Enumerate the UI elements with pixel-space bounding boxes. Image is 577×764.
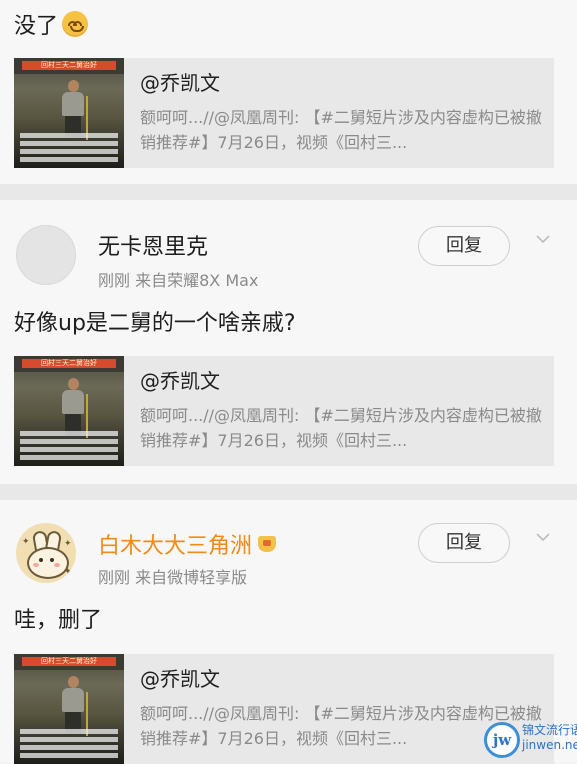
comment-time: 刚刚 bbox=[98, 271, 131, 290]
reply-button[interactable]: 回复 bbox=[418, 226, 510, 266]
avatar[interactable]: ✦ ✦ ✦ bbox=[16, 523, 76, 583]
shared-post-description: 额呵呵...//@凤凰周刊: 【#二舅短片涉及内容虚构已被撤销推荐#】7月26日… bbox=[140, 406, 542, 450]
comment-source: 来自微博轻享版 bbox=[135, 568, 248, 587]
shared-post-card-2[interactable]: 回村三天二舅治好 @乔凯文 额呵呵...//@凤凰周刊: 【#二舅短片涉及内容虚… bbox=[14, 356, 554, 466]
chevron-down-icon[interactable] bbox=[536, 232, 550, 246]
video-thumbnail-2: 回村三天二舅治好 bbox=[14, 356, 124, 466]
watermark: jw 锦文流行语 jinwen.net bbox=[484, 720, 577, 763]
shared-post-card-1[interactable]: 回村三天二舅治好 @乔凯文 额呵呵...//@凤凰周刊: 【#二舅短片涉及内容虚… bbox=[14, 58, 554, 168]
reply-button[interactable]: 回复 bbox=[418, 523, 510, 563]
top-comment-text: 没了 bbox=[14, 14, 59, 39]
comment-meta: 刚刚 来自荣耀8X Max bbox=[98, 267, 258, 291]
member-badge-icon bbox=[258, 536, 277, 552]
comment-source: 来自荣耀8X Max bbox=[135, 271, 259, 290]
comment-username[interactable]: 白木大大三角洲 bbox=[98, 528, 277, 560]
divider bbox=[0, 484, 577, 500]
top-comment-text-line: 没了 bbox=[14, 8, 89, 40]
video-thumbnail-1: 回村三天二舅治好 bbox=[14, 58, 124, 168]
shared-post-card-3[interactable]: 回村三天二舅治好 @乔凯文 额呵呵...//@凤凰周刊: 【#二舅短片涉及内容虚… bbox=[14, 654, 554, 764]
avatar[interactable] bbox=[16, 225, 76, 285]
shared-post-title: @乔凯文 bbox=[140, 369, 220, 393]
shared-post-description: 额呵呵...//@凤凰周刊: 【#二舅短片涉及内容虚构已被撤销推荐#】7月26日… bbox=[140, 704, 542, 748]
shared-post-title: @乔凯文 bbox=[140, 71, 220, 95]
comment-time: 刚刚 bbox=[98, 568, 131, 587]
comment-meta: 刚刚 来自微博轻享版 bbox=[98, 564, 247, 588]
shared-post-title: @乔凯文 bbox=[140, 667, 220, 691]
comment-text: 哇，删了 bbox=[14, 608, 103, 633]
comment-text: 好像up是二舅的一个啥亲戚? bbox=[14, 311, 296, 336]
watermark-line2: jinwen.net bbox=[522, 738, 577, 752]
divider bbox=[0, 184, 577, 200]
upside-down-face-icon bbox=[62, 11, 89, 37]
comment-username[interactable]: 无卡恩里克 bbox=[98, 229, 208, 261]
watermark-line1: 锦文流行语 bbox=[522, 723, 577, 737]
video-thumbnail-3: 回村三天二舅治好 bbox=[14, 654, 124, 764]
chevron-down-icon[interactable] bbox=[536, 530, 550, 544]
watermark-logo: jw bbox=[484, 722, 520, 758]
shared-post-description: 额呵呵...//@凤凰周刊: 【#二舅短片涉及内容虚构已被撤销推荐#】7月26日… bbox=[140, 108, 542, 152]
